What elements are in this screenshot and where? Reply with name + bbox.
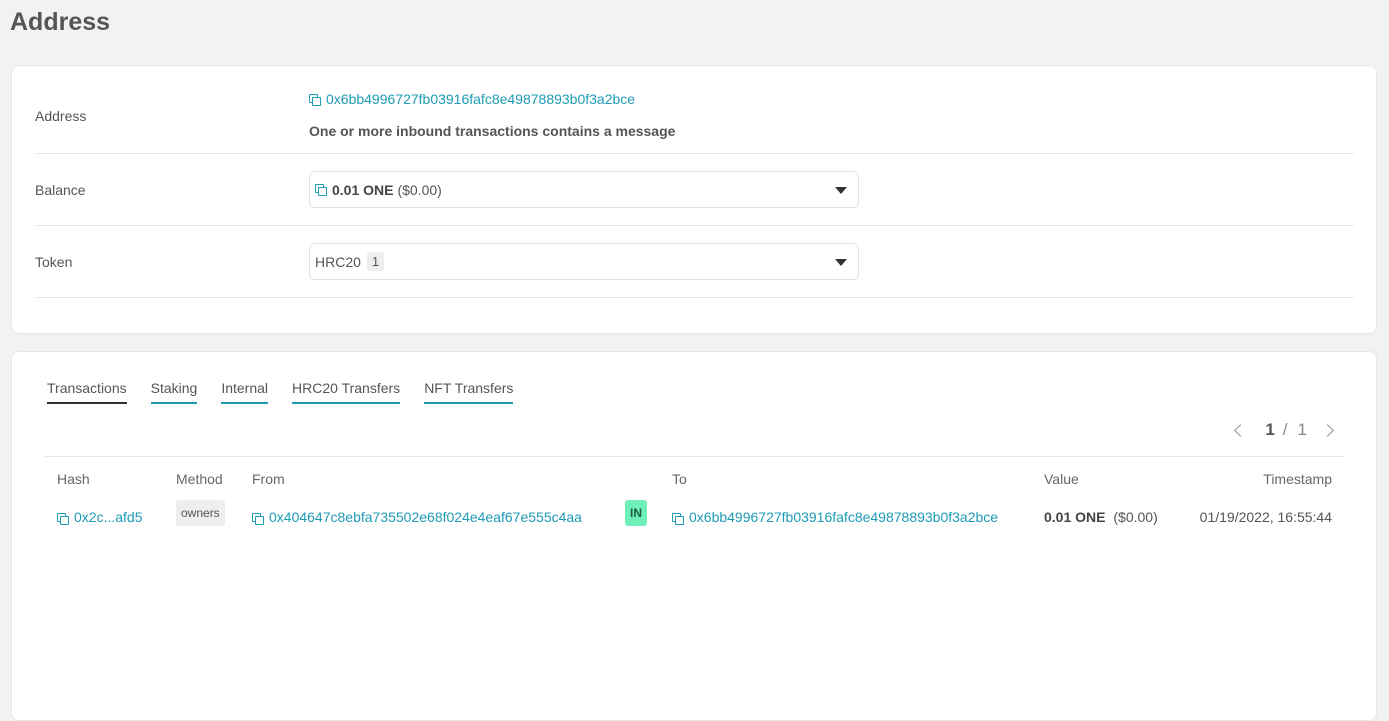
copy-icon[interactable]: [309, 94, 321, 107]
tx-value: 0.01 ONE ($0.00): [1044, 509, 1158, 525]
tab-transactions[interactable]: Transactions: [47, 380, 127, 404]
token-count-badge: 1: [366, 252, 385, 271]
header-method: Method: [176, 471, 223, 487]
copy-icon[interactable]: [252, 512, 264, 525]
tx-timestamp: 01/19/2022, 16:55:44: [1199, 509, 1332, 525]
balance-row: Balance 0.01 ONE ($0.00): [35, 154, 1354, 226]
current-page: 1: [1265, 420, 1275, 439]
pagination: 1 / 1: [1234, 420, 1334, 440]
tx-from[interactable]: 0x404647c8ebfa735502e68f024e4eaf67e555c4…: [252, 509, 582, 525]
chevron-down-icon[interactable]: [835, 259, 847, 266]
address-details-card: Address 0x6bb4996727fb03916fafc8e4987889…: [11, 65, 1377, 334]
tx-from-link[interactable]: 0x404647c8ebfa735502e68f024e4eaf67e555c4…: [269, 509, 582, 525]
tx-hash-link[interactable]: 0x2c...afd5: [74, 509, 143, 525]
address-row: Address 0x6bb4996727fb03916fafc8e4987889…: [35, 66, 1354, 154]
chevron-right-icon[interactable]: [1321, 423, 1334, 437]
token-label: Token: [35, 254, 73, 270]
balance-dropdown[interactable]: 0.01 ONE ($0.00): [309, 171, 859, 208]
tab-nft-transfers[interactable]: NFT Transfers: [424, 380, 514, 404]
page-separator: /: [1282, 420, 1288, 439]
token-row: Token HRC20 1: [35, 226, 1354, 298]
tx-method: owners: [176, 500, 225, 526]
tx-to-link[interactable]: 0x6bb4996727fb03916fafc8e49878893b0f3a2b…: [689, 509, 998, 525]
copy-icon[interactable]: [315, 184, 327, 196]
tab-staking[interactable]: Staking: [150, 380, 198, 404]
header-to: To: [672, 471, 687, 487]
method-badge: owners: [176, 500, 225, 526]
tx-to[interactable]: 0x6bb4996727fb03916fafc8e49878893b0f3a2b…: [672, 509, 998, 525]
tab-hrc20-transfers[interactable]: HRC20 Transfers: [292, 380, 401, 404]
transactions-card: Transactions Staking Internal HRC20 Tran…: [11, 351, 1377, 721]
tx-value-usd: ($0.00): [1113, 509, 1158, 525]
address-link[interactable]: 0x6bb4996727fb03916fafc8e49878893b0f3a2b…: [326, 91, 635, 107]
address-value[interactable]: 0x6bb4996727fb03916fafc8e49878893b0f3a2b…: [309, 91, 635, 109]
tx-hash[interactable]: 0x2c...afd5: [57, 509, 143, 525]
header-hash: Hash: [57, 471, 90, 487]
header-timestamp: Timestamp: [1263, 471, 1332, 487]
tx-direction: IN: [625, 500, 647, 526]
table-header: Hash Method From To Value Timestamp: [45, 456, 1344, 496]
address-label: Address: [35, 108, 87, 124]
header-value: Value: [1044, 471, 1079, 487]
token-dropdown[interactable]: HRC20 1: [309, 243, 859, 280]
token-type: HRC20: [315, 253, 361, 270]
balance-usd: ($0.00): [397, 181, 442, 198]
address-note: One or more inbound transactions contain…: [309, 123, 676, 139]
page-title: Address: [10, 8, 111, 36]
direction-badge: IN: [625, 500, 647, 526]
copy-icon[interactable]: [672, 512, 684, 525]
tab-bar: Transactions Staking Internal HRC20 Tran…: [47, 380, 537, 404]
total-pages: 1: [1297, 420, 1307, 439]
copy-icon[interactable]: [57, 512, 69, 525]
chevron-left-icon[interactable]: [1234, 423, 1248, 437]
header-from: From: [252, 471, 285, 487]
table-row: 0x2c...afd5 owners 0x404647c8ebfa735502e…: [45, 500, 1344, 532]
tab-internal[interactable]: Internal: [221, 380, 269, 404]
chevron-down-icon[interactable]: [835, 187, 847, 194]
balance-amount: 0.01 ONE: [332, 181, 394, 198]
balance-label: Balance: [35, 182, 86, 198]
tx-value-amount: 0.01 ONE: [1044, 509, 1106, 525]
